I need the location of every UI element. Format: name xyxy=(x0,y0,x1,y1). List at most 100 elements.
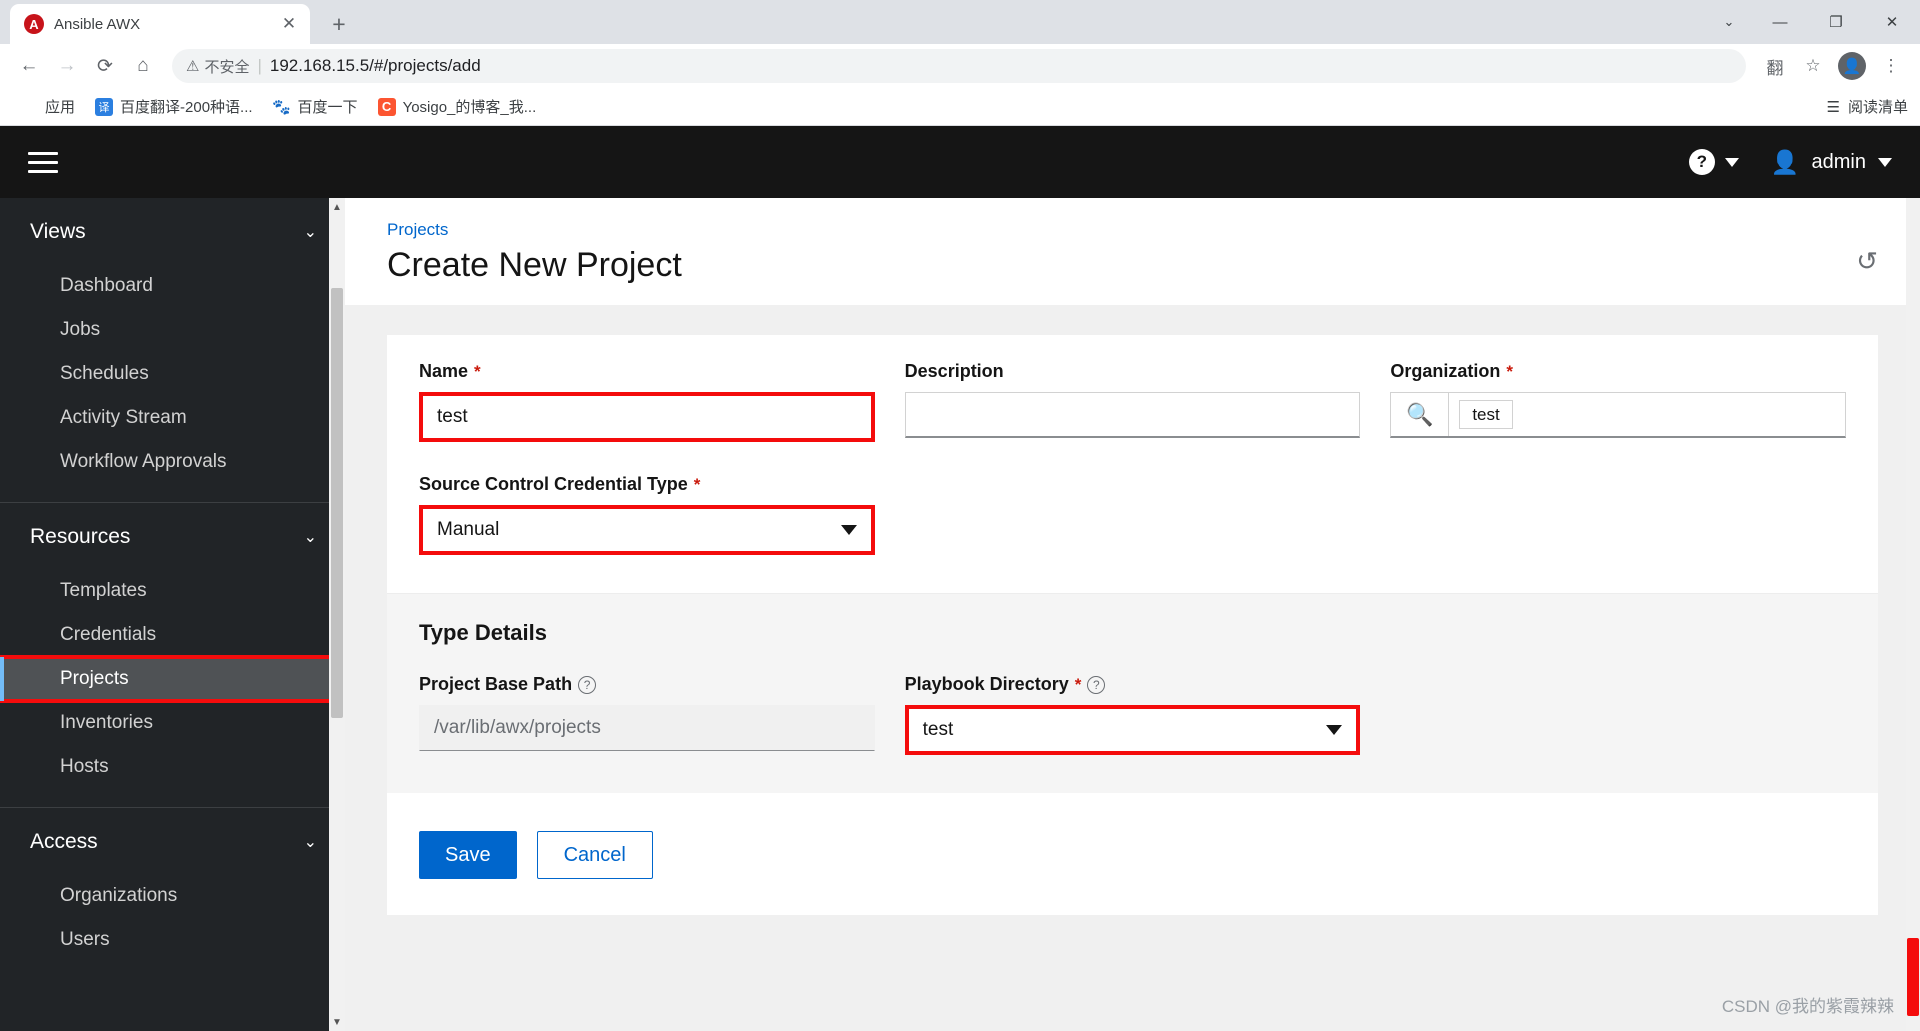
type-details-title: Type Details xyxy=(419,620,547,645)
browser-tab-title: Ansible AWX xyxy=(54,15,141,33)
organization-chip[interactable]: test xyxy=(1459,400,1513,429)
reading-list-button[interactable]: ☰ 阅读清单 xyxy=(1827,96,1908,117)
chevron-down-icon[interactable]: ⌄ xyxy=(304,832,317,852)
sidebar-group-title: Resources xyxy=(30,525,131,548)
sidebar-item-jobs[interactable]: Jobs xyxy=(0,308,345,352)
bookmark-baidu[interactable]: 🐾 百度一下 xyxy=(265,92,366,121)
reload-icon[interactable]: ⟳ xyxy=(88,49,122,83)
field-project-base-path: Project Base Path ? /var/lib/awx/project… xyxy=(419,674,875,755)
breadcrumb[interactable]: Projects xyxy=(387,220,1878,240)
sidebar-item-dashboard[interactable]: Dashboard xyxy=(0,264,345,308)
sidebar-group-views: Views ⌄ Dashboard Jobs Schedules Activit… xyxy=(0,198,345,484)
sidebar-scrollbar-thumb[interactable] xyxy=(331,288,343,718)
help-chevron-down-icon[interactable] xyxy=(1724,157,1739,167)
not-secure-indicator[interactable]: ⚠ 不安全 xyxy=(186,56,249,77)
sidebar-item-workflow-approvals[interactable]: Workflow Approvals xyxy=(0,440,345,484)
project-base-path-label: Project Base Path ? xyxy=(419,674,875,695)
header-actions: ? 👤 admin xyxy=(1688,148,1892,175)
security-label: 不安全 xyxy=(204,58,250,76)
organization-typeahead[interactable]: 🔍 test xyxy=(1390,392,1846,438)
url-text: 192.168.15.5/#/projects/add xyxy=(269,56,481,75)
minimize-icon[interactable]: — xyxy=(1752,0,1808,44)
required-marker: * xyxy=(1074,674,1082,694)
search-icon[interactable]: 🔍 xyxy=(1391,393,1450,436)
sidebar-item-templates[interactable]: Templates xyxy=(0,569,345,613)
user-menu[interactable]: 👤 admin xyxy=(1770,148,1892,175)
chevron-down-icon[interactable] xyxy=(1326,725,1343,735)
sidebar-item-organizations[interactable]: Organizations xyxy=(0,874,345,918)
person-icon: 👤 xyxy=(1770,148,1800,175)
hamburger-icon[interactable] xyxy=(28,140,72,184)
awx-application: ? 👤 admin Views ⌄ Dashboard Jobs Schedul… xyxy=(0,126,1920,1031)
name-input[interactable]: test xyxy=(419,392,875,442)
sidebar-item-inventories[interactable]: Inventories xyxy=(0,701,345,745)
chevron-down-icon[interactable]: ⌄ xyxy=(304,527,317,547)
cancel-button[interactable]: Cancel xyxy=(536,831,653,879)
chevron-down-icon[interactable]: ⌄ xyxy=(304,222,317,242)
chevron-down-icon[interactable] xyxy=(840,525,857,535)
main-scrollbar[interactable] xyxy=(1906,198,1920,1031)
translate-icon[interactable]: 翻 xyxy=(1758,49,1792,83)
sidebar-item-credentials[interactable]: Credentials xyxy=(0,613,345,657)
help-icon[interactable]: ? xyxy=(1087,675,1106,694)
field-description: Description xyxy=(904,361,1361,442)
watermark: CSDN @我的紫霞辣辣 xyxy=(1721,997,1894,1016)
forward-icon[interactable]: → xyxy=(50,49,84,83)
ansible-favicon-icon: A xyxy=(24,14,44,34)
required-marker: * xyxy=(474,361,481,381)
browser-tab[interactable]: A Ansible AWX ✕ xyxy=(10,4,310,44)
bookmark-label: 百度一下 xyxy=(297,99,358,116)
omnibox-separator: | xyxy=(257,56,262,75)
bookmark-apps[interactable]: 应用 xyxy=(12,92,83,121)
new-tab-button[interactable]: + xyxy=(322,7,356,41)
user-chevron-down-icon[interactable] xyxy=(1878,157,1892,167)
scroll-up-icon[interactable]: ▲ xyxy=(329,198,345,216)
sidebar-group-title: Views xyxy=(30,220,86,243)
scroll-down-icon[interactable]: ▼ xyxy=(329,1013,345,1031)
field-organization: Organization * 🔍 test xyxy=(1390,361,1846,442)
project-form-card: Name * test Description Organization * 🔍… xyxy=(387,335,1878,793)
save-button[interactable]: Save xyxy=(419,831,517,879)
sidebar-scrollbar[interactable]: ▲ ▼ xyxy=(329,198,345,1031)
awx-header: ? 👤 admin xyxy=(0,126,1920,198)
sidebar-item-hosts[interactable]: Hosts xyxy=(0,745,345,789)
sidebar-group-header-views[interactable]: Views ⌄ xyxy=(0,198,345,264)
sidebar-group-header-access[interactable]: Access ⌄ xyxy=(0,808,345,874)
back-icon[interactable]: ← xyxy=(12,49,46,83)
page-title: Create New Project xyxy=(387,246,682,284)
bookmark-star-icon[interactable]: ☆ xyxy=(1796,49,1830,83)
address-bar[interactable]: ⚠ 不安全 | 192.168.15.5/#/projects/add xyxy=(172,49,1746,83)
sidebar-item-users[interactable]: Users xyxy=(0,918,345,962)
selected-value: test xyxy=(922,719,954,740)
sidebar-item-projects[interactable]: Projects xyxy=(0,655,345,703)
profile-avatar[interactable]: 👤 xyxy=(1838,52,1866,80)
baidu-paw-icon: 🐾 xyxy=(272,98,291,116)
window-controls: ⌄ — ❐ ✕ xyxy=(1706,0,1920,44)
home-icon[interactable]: ⌂ xyxy=(126,49,160,83)
help-icon[interactable]: ? xyxy=(1688,149,1715,175)
history-revert-icon[interactable]: ↺ xyxy=(1856,246,1878,277)
sidebar-item-schedules[interactable]: Schedules xyxy=(0,352,345,396)
main-scrollbar-thumb[interactable] xyxy=(1907,938,1919,1016)
playbook-directory-select[interactable]: test xyxy=(904,705,1361,755)
label-text: Playbook Directory xyxy=(904,674,1069,694)
help-icon[interactable]: ? xyxy=(578,675,597,694)
label-text: Project Base Path xyxy=(419,674,573,694)
sidebar-group-header-resources[interactable]: Resources ⌄ xyxy=(0,503,345,569)
source-control-credential-type-select[interactable]: Manual xyxy=(419,505,875,555)
required-marker: * xyxy=(1506,361,1513,381)
maximize-icon[interactable]: ❐ xyxy=(1808,0,1864,44)
description-input[interactable] xyxy=(904,392,1361,438)
type-details-section: Type Details Project Base Path ? /var/li… xyxy=(387,593,1878,793)
bookmark-csdn-blog[interactable]: C Yosigo_的博客_我... xyxy=(370,92,545,121)
sidebar-item-activity-stream[interactable]: Activity Stream xyxy=(0,396,345,440)
chrome-menu-icon[interactable]: ⋮ xyxy=(1874,49,1908,83)
field-playbook-directory: Playbook Directory * ? test xyxy=(904,674,1361,755)
tab-search-chevron-icon[interactable]: ⌄ xyxy=(1706,0,1752,44)
organization-label: Organization * xyxy=(1390,361,1846,382)
bookmark-baidu-translate[interactable]: 译 百度翻译-200种语... xyxy=(87,92,261,121)
close-window-icon[interactable]: ✕ xyxy=(1864,0,1920,44)
close-tab-icon[interactable]: ✕ xyxy=(278,13,300,35)
sidebar-navigation: Views ⌄ Dashboard Jobs Schedules Activit… xyxy=(0,198,345,1031)
name-label: Name * xyxy=(419,361,875,382)
